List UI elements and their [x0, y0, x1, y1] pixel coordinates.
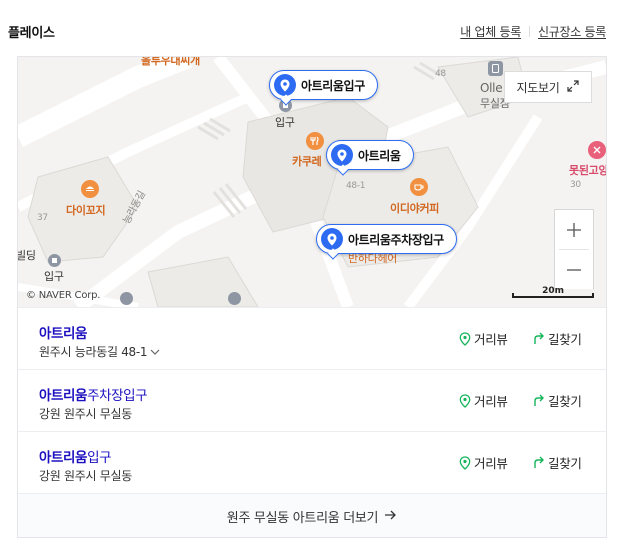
street-view-label: 거리뷰: [474, 394, 508, 409]
map-label-lot-30: 30: [570, 180, 581, 190]
location-pin-icon: [321, 228, 343, 250]
section-title: 플레이스: [8, 26, 55, 41]
street-view-button[interactable]: 거리뷰: [459, 391, 508, 410]
directions-icon: [534, 332, 544, 344]
bus-stop-icon: [120, 292, 133, 305]
place-address-text: 원주시 능라동길 48-1: [39, 345, 148, 359]
place-name-link[interactable]: 아트리움: [39, 322, 87, 342]
place-name-highlight: 아트리움: [39, 388, 88, 404]
more-results-link[interactable]: 원주 무실동 아트리움 더보기: [18, 493, 606, 537]
zoom-control: [554, 209, 594, 289]
place-address-text: 강원 원주시 무실동: [39, 469, 132, 483]
directions-label: 길찾기: [548, 394, 582, 409]
map-label-restaurant-top: 올투우대씨개: [141, 57, 200, 67]
directions-label: 길찾기: [548, 332, 582, 347]
place-results-list: 아트리움 원주시 능라동길 48-1 거리뷰 길찾기 아트리움주차장입구 강원 …: [18, 307, 606, 537]
place-name-rest: 주차장입구: [87, 388, 148, 404]
map-pin-atrium[interactable]: 아트리움: [326, 140, 414, 170]
place-card: 올투우대씨개 입구 카쿠레 48 48-1 Olle 무실점 못된고양 30 이…: [17, 56, 607, 538]
register-business-link[interactable]: 내 업체 등록: [460, 23, 521, 40]
minus-icon: [567, 268, 581, 271]
chevron-down-icon: [150, 345, 160, 359]
map-label-olleh: Olle: [480, 81, 503, 95]
expand-icon: [567, 79, 580, 95]
place-name-highlight: 아트리움: [39, 450, 88, 466]
bus-stop-icon-2: [228, 292, 241, 305]
street-view-label: 거리뷰: [474, 332, 508, 347]
location-pin-icon: [331, 144, 353, 166]
directions-icon: [534, 456, 544, 468]
list-item: 아트리움주차장입구 강원 원주시 무실동 거리뷰 길찾기: [18, 369, 606, 431]
list-item: 아트리움입구 강원 원주시 무실동 거리뷰 길찾기: [18, 431, 606, 493]
place-name-rest: 입구: [87, 450, 112, 466]
subway-entrance-bottom-icon: [48, 254, 61, 267]
map-pin-atrium-parking[interactable]: 아트리움주차장입구: [316, 224, 457, 254]
arrow-right-icon: [384, 509, 397, 524]
link-separator: [529, 26, 531, 37]
street-view-label: 거리뷰: [474, 456, 508, 471]
scale-line: [512, 293, 594, 298]
map-scale-bar: 20m: [512, 286, 594, 298]
map-view-label: 지도보기: [516, 80, 560, 95]
pet-shop-icon: [588, 141, 606, 159]
map-view-button[interactable]: 지도보기: [504, 71, 592, 103]
location-pin-icon: [274, 74, 296, 96]
map-pin-label: 아트리움입구: [301, 78, 365, 93]
map-label-building: 빌딩: [18, 249, 36, 262]
map-label-lot-37: 37: [37, 213, 48, 223]
header-links: 내 업체 등록 신규장소 등록: [460, 23, 606, 40]
map-label-lot-48-1: 48-1: [346, 181, 366, 191]
cafe-icon: [410, 178, 428, 196]
place-address: 강원 원주시 무실동: [39, 405, 132, 422]
street-view-button[interactable]: 거리뷰: [459, 453, 508, 472]
phone-store-icon: [488, 61, 503, 76]
place-address-text: 강원 원주시 무실동: [39, 407, 132, 421]
street-view-button[interactable]: 거리뷰: [459, 329, 508, 348]
restaurant-icon: [306, 132, 324, 150]
place-address[interactable]: 원주시 능라동길 48-1: [39, 343, 160, 360]
map-label-daikkoji: 다이꼬지: [66, 204, 106, 217]
directions-button[interactable]: 길찾기: [533, 391, 582, 410]
zoom-out-button[interactable]: [555, 250, 593, 289]
place-address: 강원 원주시 무실동: [39, 467, 132, 484]
place-header: 플레이스 내 업체 등록 신규장소 등록: [0, 0, 618, 56]
street-view-icon: [459, 393, 471, 408]
directions-icon: [534, 394, 544, 406]
directions-label: 길찾기: [548, 456, 582, 471]
directions-button[interactable]: 길찾기: [533, 329, 582, 348]
list-item: 아트리움 원주시 능라동길 48-1 거리뷰 길찾기: [18, 307, 606, 369]
plus-icon: [567, 222, 581, 237]
directions-button[interactable]: 길찾기: [533, 453, 582, 472]
map-label-pink-shop: 못된고양: [569, 164, 606, 177]
street-view-icon: [459, 331, 471, 346]
map-copyright: © NAVER Corp.: [26, 290, 101, 301]
street-view-icon: [459, 455, 471, 470]
place-name-link[interactable]: 아트리움주차장입구: [39, 384, 148, 404]
more-results-label: 원주 무실동 아트리움 더보기: [226, 510, 379, 526]
place-name-highlight: 아트리움: [39, 326, 88, 342]
map-label-entrance-top: 입구: [275, 116, 295, 129]
map-pin-label: 아트리움주차장입구: [348, 232, 444, 247]
zoom-in-button[interactable]: [555, 210, 593, 249]
map-pin-atrium-entrance[interactable]: 아트리움입구: [269, 70, 378, 100]
food-icon: [81, 180, 99, 198]
place-name-link[interactable]: 아트리움입구: [39, 446, 112, 466]
map-label-lot-48: 48: [435, 69, 446, 79]
map-label-idiya: 이디야커피: [390, 202, 440, 215]
map-label-entrance-bottom: 입구: [44, 270, 64, 283]
map-label-kakure: 카쿠레: [292, 155, 322, 168]
map-pin-label: 아트리움: [358, 148, 401, 163]
map-view[interactable]: 올투우대씨개 입구 카쿠레 48 48-1 Olle 무실점 못된고양 30 이…: [18, 57, 606, 307]
register-new-place-link[interactable]: 신규장소 등록: [538, 23, 606, 40]
